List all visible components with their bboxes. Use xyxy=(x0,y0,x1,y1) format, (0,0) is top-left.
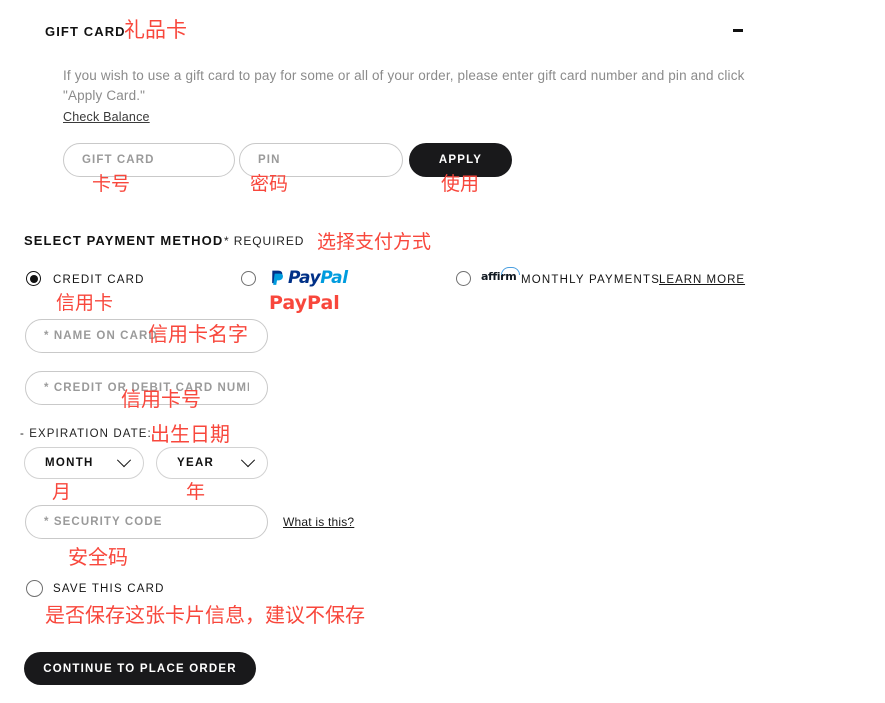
expiration-date-label: - EXPIRATION DATE: xyxy=(20,428,152,440)
annotation-select-payment-method: 选择支付方式 xyxy=(317,231,432,253)
paypal-wordmark-pay: Pay xyxy=(288,267,321,288)
annotation-month: 月 xyxy=(52,481,72,503)
radio-affirm-monthly-payments[interactable] xyxy=(456,271,471,286)
radio-save-this-card[interactable] xyxy=(26,580,43,597)
annotation-security-code: 安全码 xyxy=(68,545,128,569)
required-note: * REQUIRED xyxy=(224,234,305,248)
continue-to-place-order-button[interactable]: CONTINUE TO PLACE ORDER xyxy=(24,652,256,685)
gift-card-number-input[interactable] xyxy=(63,143,235,177)
annotation-card-number: 信用卡号 xyxy=(121,387,201,411)
paypal-logo-icon[interactable]: Pay Pal xyxy=(268,268,348,288)
paypal-wordmark-pal: Pal xyxy=(320,267,348,288)
what-is-this-link[interactable]: What is this? xyxy=(283,515,354,529)
affirm-learn-more-link[interactable]: LEARN MORE xyxy=(659,274,745,286)
paypal-glyph-icon xyxy=(272,270,283,285)
gift-card-description: If you wish to use a gift card to pay fo… xyxy=(63,68,745,103)
label-save-this-card: SAVE THIS CARD xyxy=(53,583,165,595)
security-code-input[interactable] xyxy=(25,505,268,539)
label-monthly-payments: MONTHLY PAYMENTS xyxy=(521,274,661,286)
annotation-name-on-card: 信用卡名字 xyxy=(148,322,248,346)
annotation-credit-card: 信用卡 xyxy=(56,292,114,314)
annotation-gift-card-number: 卡号 xyxy=(92,173,131,195)
minus-icon[interactable] xyxy=(731,23,745,37)
annotation-paypal: PayPal xyxy=(269,292,340,314)
expiration-month-select[interactable]: MONTH xyxy=(24,447,144,479)
annotation-save-card: 是否保存这张卡片信息，建议不保存 xyxy=(45,603,365,627)
gift-card-heading: GIFT CARD xyxy=(45,24,126,39)
radio-paypal[interactable] xyxy=(241,271,256,286)
expiration-year-value: YEAR xyxy=(177,457,215,469)
apply-gift-card-button[interactable]: APPLY xyxy=(409,143,512,177)
check-balance-link[interactable]: Check Balance xyxy=(63,110,150,124)
payment-method-heading: SELECT PAYMENT METHOD xyxy=(24,233,224,248)
affirm-arc-icon xyxy=(501,267,520,275)
annotation-year: 年 xyxy=(186,481,206,503)
annotation-pin: 密码 xyxy=(250,173,289,195)
annotation-gift-card: 礼品卡 xyxy=(124,18,187,42)
radio-credit-card[interactable] xyxy=(26,271,41,286)
gift-card-pin-input[interactable] xyxy=(239,143,403,177)
expiration-year-select[interactable]: YEAR xyxy=(156,447,268,479)
annotation-expiration-date: 出生日期 xyxy=(150,422,230,446)
annotation-apply: 使用 xyxy=(441,173,480,195)
chevron-down-icon xyxy=(240,453,256,468)
expiration-month-value: MONTH xyxy=(45,457,94,469)
label-credit-card: CREDIT CARD xyxy=(53,274,145,286)
chevron-down-icon xyxy=(116,453,132,468)
affirm-logo-icon[interactable]: affirm xyxy=(481,267,520,282)
